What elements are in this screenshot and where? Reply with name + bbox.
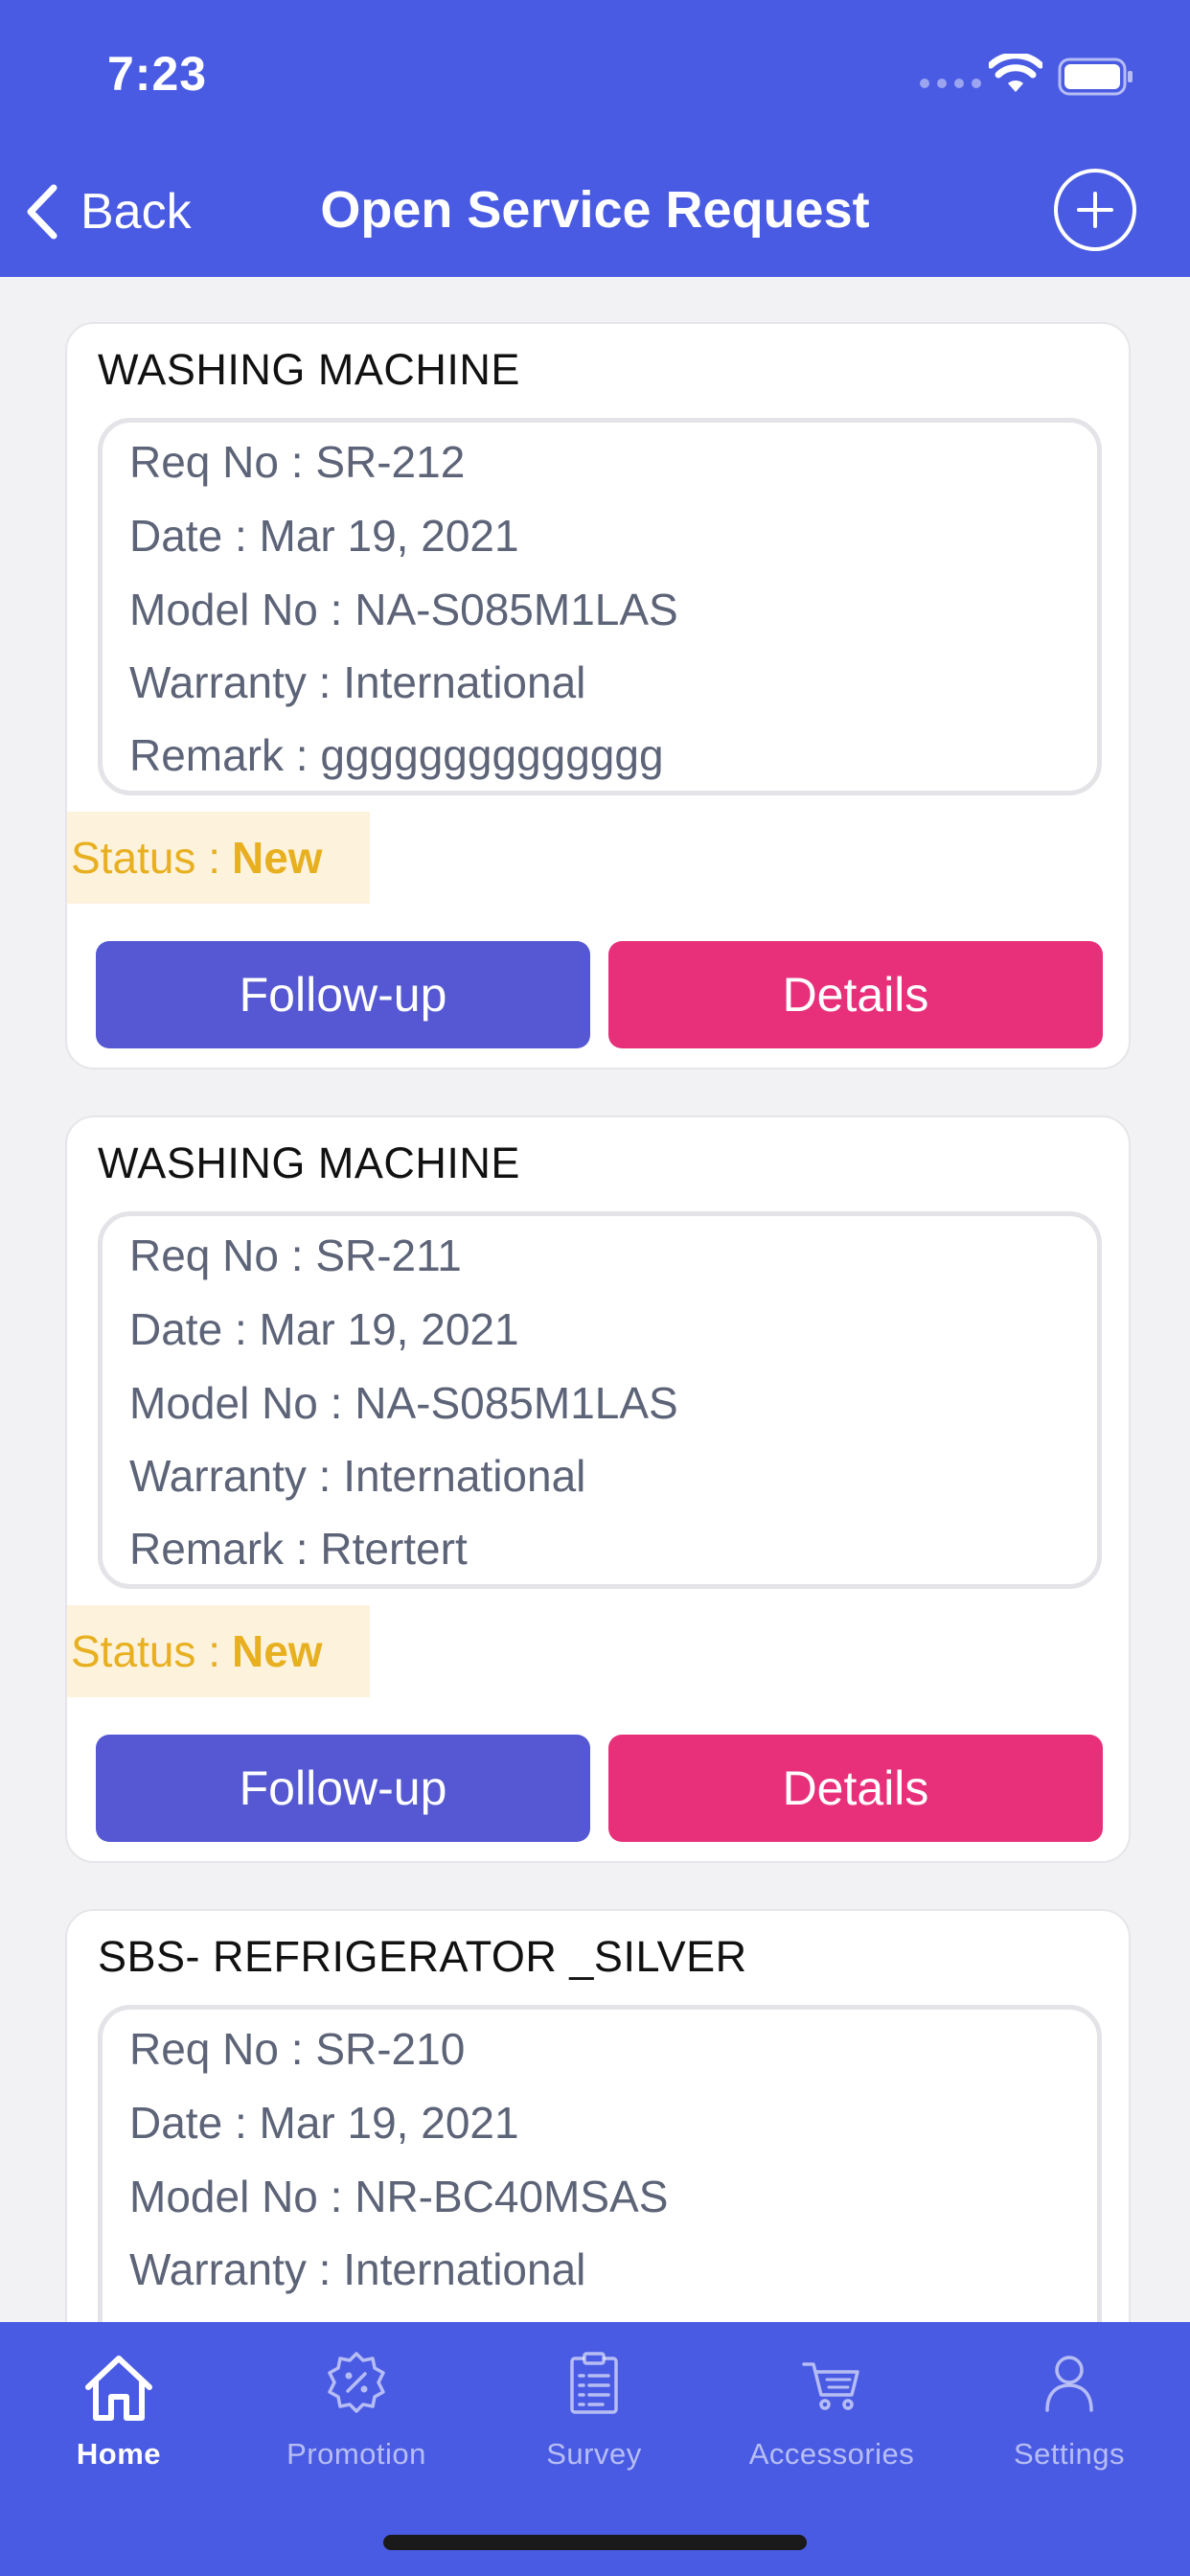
service-request-list[interactable]: WASHING MACHINE Req No : SR-212 Date : M… [0, 277, 1190, 2322]
cellular-signal-icon [920, 79, 981, 88]
tab-label: Promotion [286, 2437, 426, 2471]
tab-settings[interactable]: Settings [950, 2322, 1188, 2495]
remark-value: gggggggggggggg [320, 730, 664, 780]
app-header: 7:23 Back Open Service Request [0, 0, 1190, 277]
battery-icon [1058, 58, 1133, 96]
tab-label: Settings [1013, 2437, 1125, 2471]
tab-survey[interactable]: Survey [475, 2322, 713, 2495]
details-button[interactable]: Details [608, 941, 1103, 1048]
model-no-row: Model No : NA-S085M1LAS [129, 585, 678, 634]
status-value: New [231, 1626, 323, 1676]
req-no-value: SR-210 [315, 2024, 466, 2074]
model-no-value: NA-S085M1LAS [355, 1378, 678, 1428]
status-time: 7:23 [107, 47, 208, 101]
req-no-value: SR-212 [315, 437, 466, 487]
remark-value: Rtertert [320, 1524, 468, 1574]
service-request-card: WASHING MACHINE Req No : SR-211 Date : M… [65, 1116, 1131, 1863]
date-row: Date : Mar 19, 2021 [129, 1304, 519, 1354]
model-no-row: Model No : NA-S085M1LAS [129, 1378, 678, 1428]
remark-row: Remark : gggggggggggggg [129, 730, 664, 780]
status-badge: Status : New [67, 812, 370, 904]
product-name: SBS- REFRIGERATOR _SILVER [98, 1932, 747, 1981]
tab-label: Home [76, 2437, 162, 2471]
date-value: Mar 19, 2021 [259, 511, 519, 561]
service-request-card: SBS- REFRIGERATOR _SILVER Req No : SR-21… [65, 1909, 1131, 2322]
product-name: WASHING MACHINE [98, 1138, 520, 1187]
navigation-bar: Back Open Service Request [0, 144, 1190, 277]
tab-label: Accessories [748, 2437, 915, 2471]
date-row: Date : Mar 19, 2021 [129, 2098, 519, 2148]
back-label: Back [80, 184, 192, 240]
date-row: Date : Mar 19, 2021 [129, 511, 519, 561]
service-request-card: WASHING MACHINE Req No : SR-212 Date : M… [65, 322, 1131, 1070]
request-info-box: Req No : SR-211 Date : Mar 19, 2021 Mode… [98, 1211, 1102, 1589]
warranty-row: Warranty : International [129, 2244, 586, 2294]
product-name: WASHING MACHINE [98, 345, 520, 394]
warranty-value: International [343, 2244, 586, 2294]
follow-up-button[interactable]: Follow-up [96, 941, 590, 1048]
details-button[interactable]: Details [608, 1735, 1103, 1842]
remark-row: Remark : Rtertert [129, 1524, 468, 1574]
req-no-row: Req No : SR-212 [129, 437, 466, 487]
req-no-row: Req No : SR-210 [129, 2024, 466, 2074]
follow-up-button[interactable]: Follow-up [96, 1735, 590, 1842]
promotion-icon [328, 2352, 385, 2413]
home-icon [85, 2356, 152, 2421]
warranty-row: Warranty : International [129, 1451, 586, 1501]
model-no-value: NA-S085M1LAS [355, 585, 678, 634]
status-value: New [231, 833, 323, 883]
req-no-value: SR-211 [315, 1230, 462, 1280]
date-value: Mar 19, 2021 [259, 2098, 519, 2148]
warranty-value: International [343, 657, 586, 707]
person-icon [1045, 2356, 1093, 2412]
status-badge: Status : New [67, 1605, 370, 1697]
tab-label: Survey [546, 2437, 642, 2471]
tab-home[interactable]: Home [0, 2322, 238, 2495]
warranty-row: Warranty : International [129, 657, 586, 707]
tab-promotion[interactable]: Promotion [238, 2322, 475, 2495]
tab-accessories[interactable]: Accessories [713, 2322, 950, 2495]
status-bar: 7:23 [0, 0, 1190, 144]
wifi-icon [989, 54, 1042, 92]
warranty-value: International [343, 1451, 586, 1501]
request-info-box: Req No : SR-212 Date : Mar 19, 2021 Mode… [98, 418, 1102, 795]
request-info-box: Req No : SR-210 Date : Mar 19, 2021 Mode… [98, 2005, 1102, 2322]
add-request-button[interactable] [1052, 167, 1138, 253]
back-button[interactable]: Back [23, 178, 192, 245]
model-no-row: Model No : NR-BC40MSAS [129, 2172, 669, 2221]
model-no-value: NR-BC40MSAS [355, 2172, 669, 2221]
date-value: Mar 19, 2021 [259, 1304, 519, 1354]
survey-icon [570, 2352, 618, 2414]
cart-icon [802, 2362, 859, 2410]
home-indicator [383, 2535, 807, 2550]
chevron-left-icon [27, 184, 57, 240]
req-no-row: Req No : SR-211 [129, 1230, 462, 1280]
